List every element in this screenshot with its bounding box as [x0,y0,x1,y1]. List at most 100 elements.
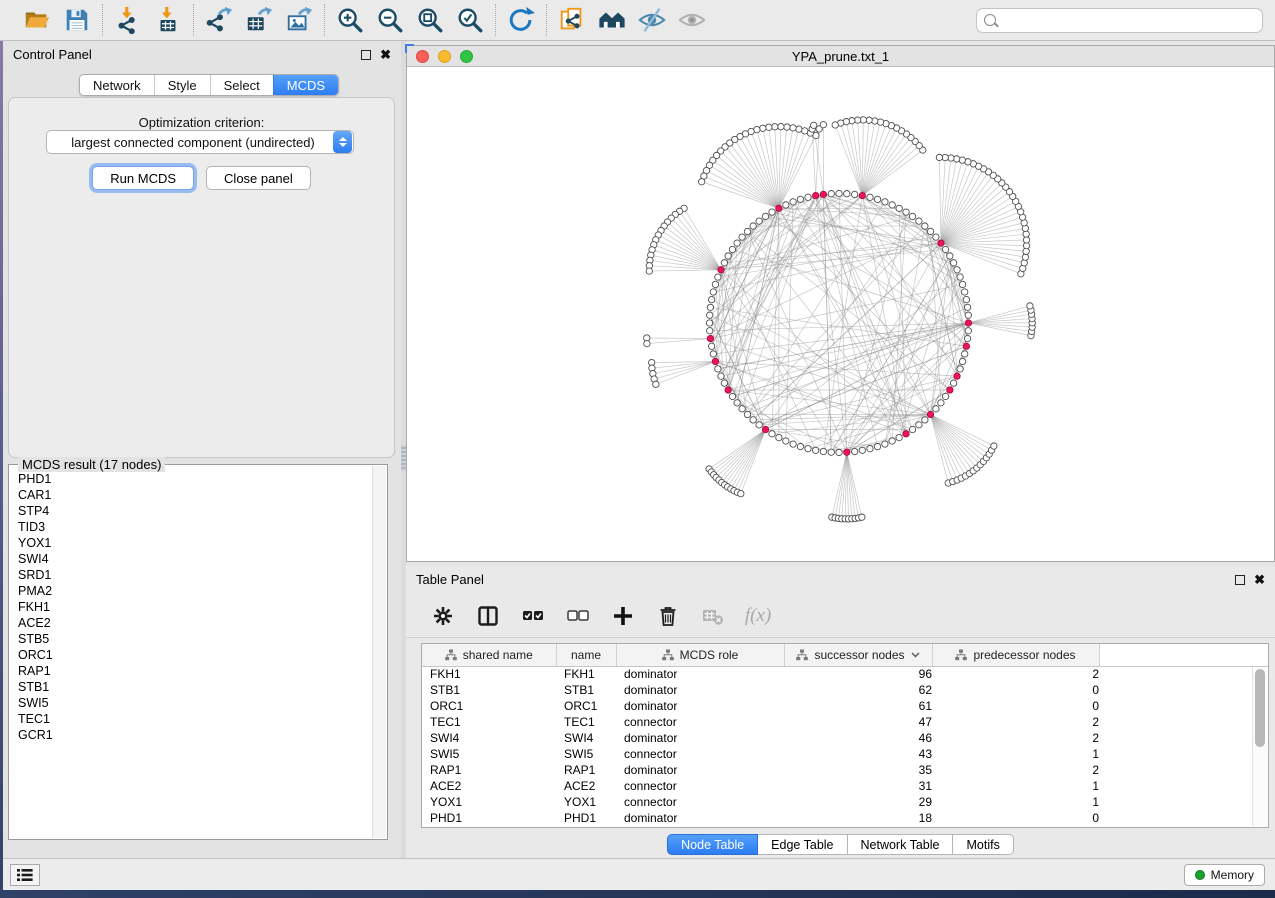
select-all-icon[interactable] [521,604,545,628]
mcds-node[interactable] [776,205,782,211]
leaf-node[interactable] [859,514,865,520]
network-node[interactable] [715,274,721,280]
leaf-node[interactable] [646,268,652,274]
search-box[interactable] [976,8,1263,33]
deselect-all-icon[interactable] [566,604,590,628]
network-node[interactable] [957,366,963,372]
result-node[interactable]: SRD1 [18,567,371,583]
refresh-view-icon[interactable] [505,4,537,36]
network-node[interactable] [950,260,956,266]
table-settings-icon[interactable] [431,604,455,628]
table-scrollbar[interactable] [1252,667,1267,826]
export-table-icon[interactable] [243,4,275,36]
float-panel-icon[interactable] [361,50,371,60]
leaf-node[interactable] [784,124,790,130]
network-node[interactable] [734,240,740,246]
create-column-icon[interactable] [611,604,635,628]
result-node[interactable]: RAP1 [18,663,371,679]
mcds-node[interactable] [712,358,718,364]
network-node[interactable] [950,380,956,386]
network-node[interactable] [769,431,775,437]
column-header-name[interactable]: name [556,644,616,666]
network-node[interactable] [706,320,712,326]
result-node[interactable]: STB5 [18,631,371,647]
network-node[interactable] [797,443,803,449]
network-node[interactable] [916,218,922,224]
mcds-node[interactable] [762,426,768,432]
task-history-button[interactable] [10,864,40,886]
mcds-node[interactable] [938,240,944,246]
close-panel-icon[interactable]: ✖ [380,50,391,60]
network-node[interactable] [744,411,750,417]
leaf-node[interactable] [738,490,744,496]
leaf-node[interactable] [760,125,766,131]
result-node[interactable]: TEC1 [18,711,371,727]
close-table-panel-icon[interactable]: ✖ [1254,575,1265,585]
result-node[interactable]: SWI4 [18,551,371,567]
tab-network-table[interactable]: Network Table [848,834,954,855]
column-header-shared-name[interactable]: shared name [422,644,556,666]
result-node[interactable]: GCR1 [18,727,371,743]
network-node[interactable] [882,441,888,447]
network-node[interactable] [909,426,915,432]
export-network-icon[interactable] [203,4,235,36]
network-node[interactable] [725,253,731,259]
network-node[interactable] [844,191,850,197]
result-scrollbar[interactable] [372,466,386,838]
import-table-icon[interactable] [152,4,184,36]
table-row-FKH1[interactable]: FKH1FKH1dominator962 [422,666,1268,682]
mcds-node[interactable] [725,387,731,393]
network-node[interactable] [922,417,928,423]
memory-button[interactable]: Memory [1184,864,1265,886]
result-node[interactable]: ACE2 [18,615,371,631]
leaf-node[interactable] [766,124,772,130]
result-node[interactable]: TID3 [18,519,371,535]
network-node[interactable] [922,223,928,229]
table-row-SWI5[interactable]: SWI5SWI5connector431 [422,746,1268,762]
network-node[interactable] [889,202,895,208]
network-node[interactable] [739,406,745,412]
network-node[interactable] [783,438,789,444]
leaf-node[interactable] [991,443,997,449]
network-node[interactable] [721,260,727,266]
table-scrollbar-thumb[interactable] [1255,669,1265,747]
network-node[interactable] [734,400,740,406]
table-row-ORC1[interactable]: ORC1ORC1dominator610 [422,698,1268,714]
network-node[interactable] [867,194,873,200]
network-node[interactable] [938,400,944,406]
leaf-node[interactable] [698,179,704,185]
network-node[interactable] [769,209,775,215]
optimization-select[interactable]: largest connected component (undirected) [46,130,354,154]
open-session-icon[interactable] [21,4,53,36]
mcds-node[interactable] [844,449,850,455]
result-node[interactable]: CAR1 [18,487,371,503]
mcds-node[interactable] [707,335,713,341]
network-node[interactable] [729,246,735,252]
tab-motifs[interactable]: Motifs [953,834,1013,855]
export-image-icon[interactable] [283,4,315,36]
network-node[interactable] [942,246,948,252]
network-node[interactable] [805,194,811,200]
zoom-selected-icon[interactable] [454,4,486,36]
result-node[interactable]: STB1 [18,679,371,695]
leaf-node[interactable] [653,381,659,387]
tab-network[interactable]: Network [80,75,154,95]
network-node[interactable] [813,447,819,453]
mcds-node[interactable] [965,320,971,326]
result-node[interactable]: PHD1 [18,471,371,487]
network-node[interactable] [933,406,939,412]
network-node[interactable] [933,234,939,240]
tab-mcds[interactable]: MCDS [273,75,338,95]
network-node[interactable] [836,190,842,196]
network-node[interactable] [851,191,857,197]
result-node[interactable]: SWI5 [18,695,371,711]
network-node[interactable] [963,296,969,302]
leaf-node[interactable] [820,121,826,127]
leaf-node[interactable] [778,123,784,129]
table-row-TEC1[interactable]: TEC1TEC1connector472 [422,714,1268,730]
network-node[interactable] [708,343,714,349]
network-node[interactable] [959,281,965,287]
network-node[interactable] [947,253,953,259]
network-node[interactable] [729,393,735,399]
mcds-node[interactable] [859,192,865,198]
